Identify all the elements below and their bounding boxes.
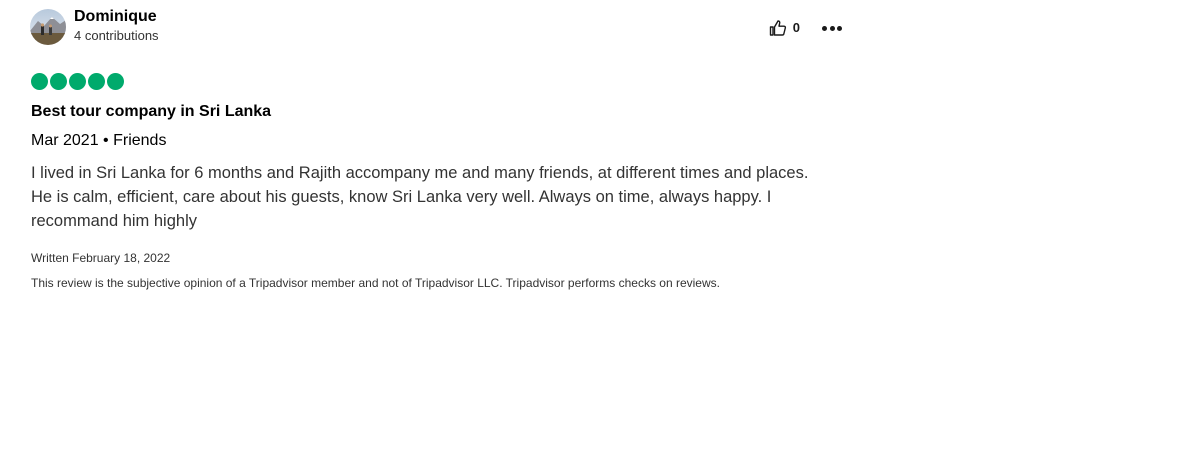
more-options-icon[interactable] — [822, 19, 842, 37]
rating-bubble-icon — [50, 73, 67, 90]
more-dot — [829, 25, 835, 31]
rating-bubble-icon — [69, 73, 86, 90]
helpful-count: 0 — [792, 20, 800, 35]
avatar[interactable] — [30, 9, 66, 45]
review-body: I lived in Sri Lanka for 6 months and Ra… — [31, 164, 809, 230]
contribution-count: 4 contributions — [74, 28, 159, 43]
review-header: Dominique 4 contributions 0 — [30, 8, 842, 48]
more-dot — [822, 25, 827, 31]
trip-date-type: Mar 2021 • Friends — [31, 132, 167, 149]
review-title[interactable]: Best tour company in Sri Lanka — [31, 102, 271, 122]
written-date: Written February 18, 2022 — [31, 251, 171, 265]
review-actions: 0 — [769, 19, 842, 37]
author-info: Dominique 4 contributions — [74, 8, 159, 44]
review-card: Dominique 4 contributions 0 Best tour co… — [0, 0, 1200, 474]
helpful-vote-button[interactable]: 0 — [769, 19, 800, 37]
rating-bubble-icon — [31, 73, 48, 90]
review-disclaimer: This review is the subjective opinion of… — [31, 276, 720, 290]
rating-bubble-icon — [107, 73, 124, 90]
thumbs-up-icon — [769, 20, 786, 36]
rating-bubbles — [31, 73, 124, 90]
rating-bubble-icon — [88, 73, 105, 90]
more-dot — [837, 25, 842, 31]
author-name[interactable]: Dominique — [74, 8, 159, 26]
avatar-photo — [30, 9, 66, 45]
